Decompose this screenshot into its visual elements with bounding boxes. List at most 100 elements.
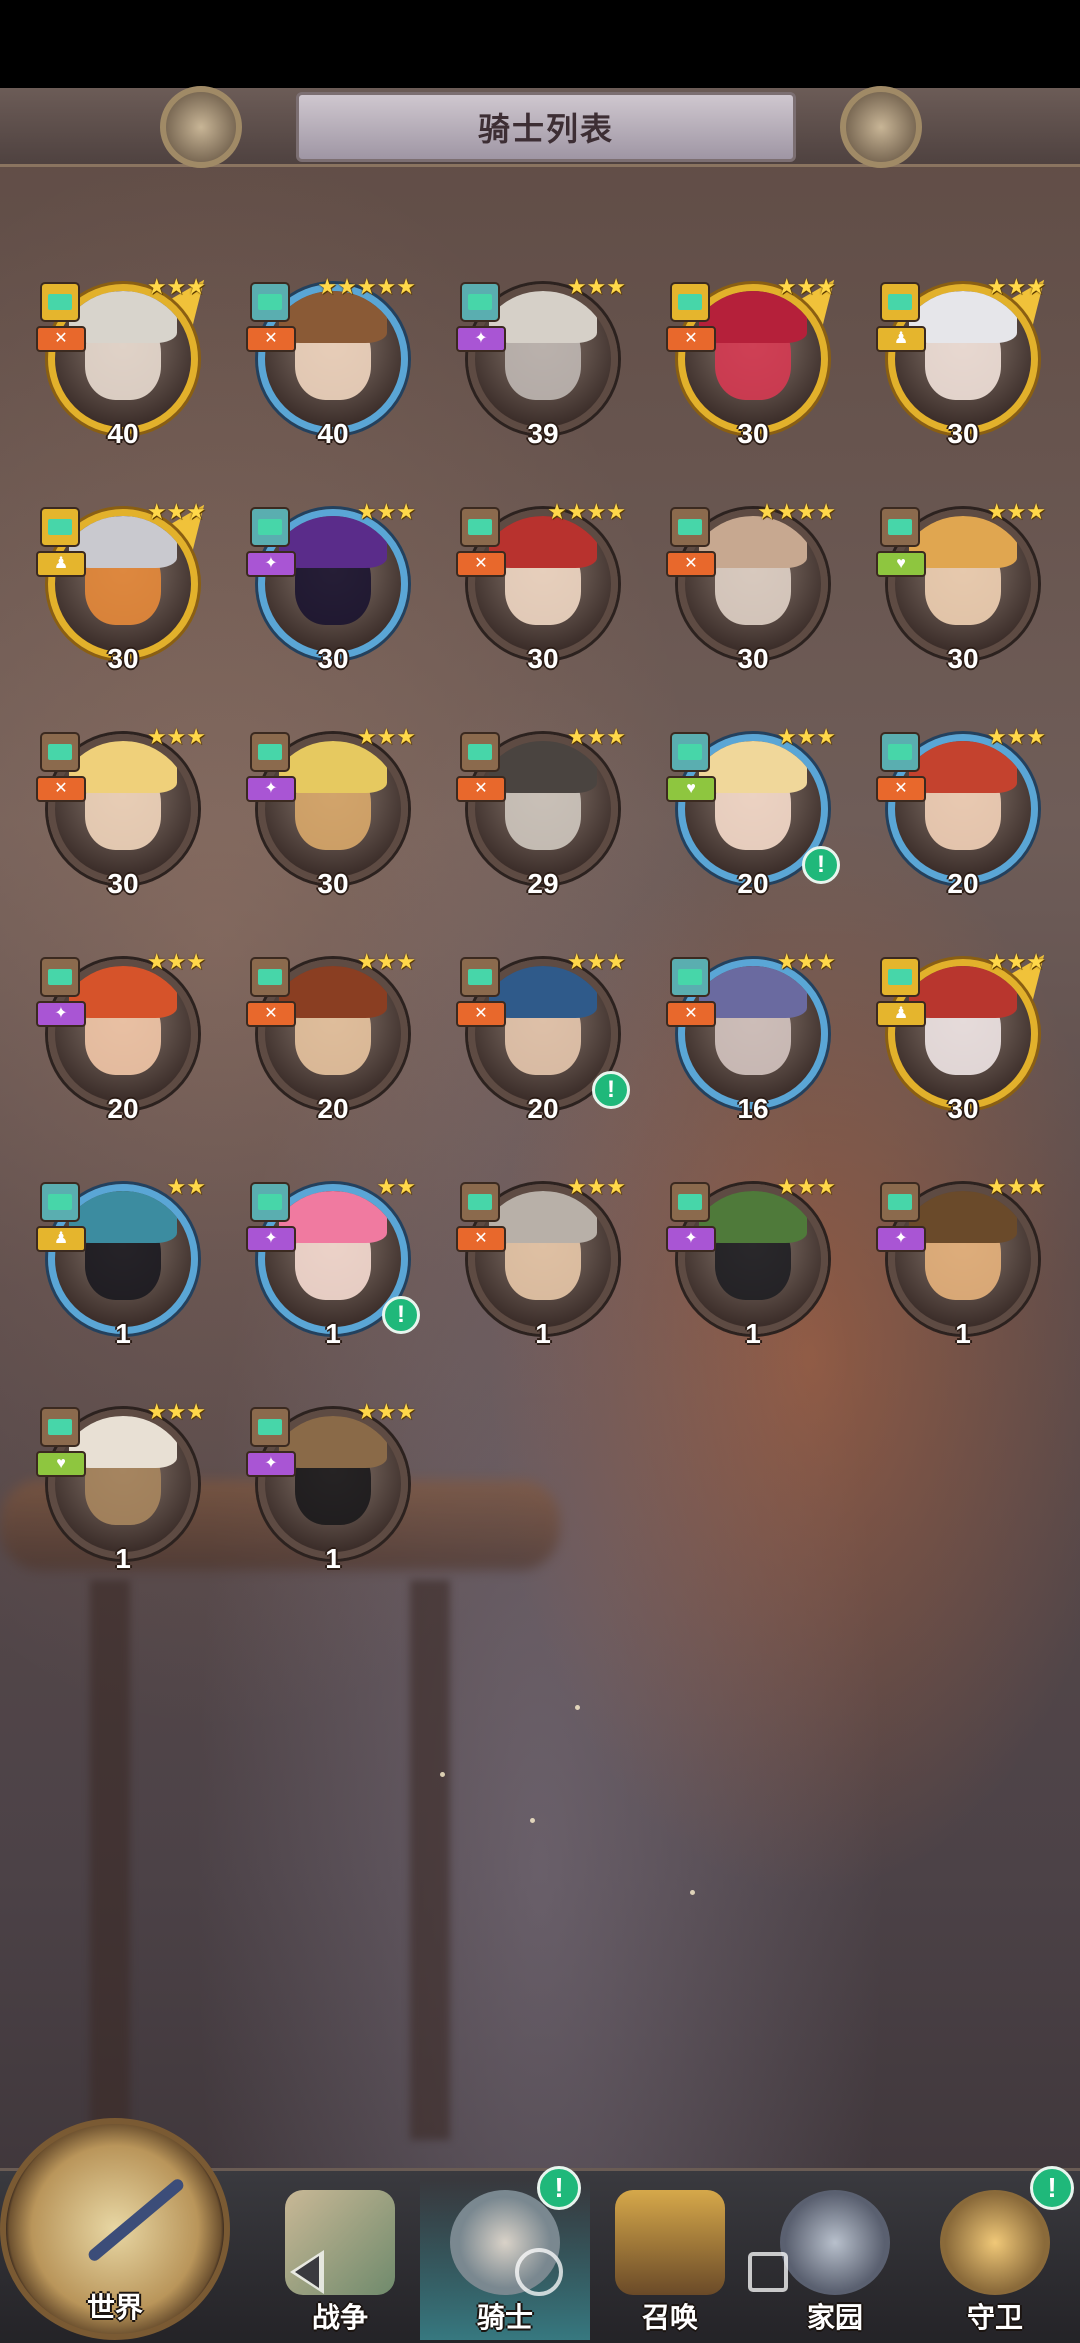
role-icon: ✕ xyxy=(456,551,506,577)
knight-card[interactable]: ✕ ★★★ 20 xyxy=(240,945,420,1125)
knight-card[interactable]: ♟ ★★★ 30 xyxy=(870,259,1062,450)
system-recents-icon[interactable] xyxy=(748,2252,788,2292)
class-icon xyxy=(460,282,500,322)
knight-card[interactable]: ♥ ★★★ 20! xyxy=(660,720,840,900)
class-glyph-icon xyxy=(258,519,282,535)
class-icon xyxy=(880,282,920,322)
star-rating: ★★★ xyxy=(776,274,836,299)
star-rating: ★★★ xyxy=(566,1174,626,1199)
class-glyph-icon xyxy=(468,519,492,535)
knight-card[interactable]: ✦ ★★ 1! xyxy=(240,1170,420,1350)
role-icon: ✦ xyxy=(246,776,296,802)
knight-level: 1 xyxy=(115,1543,131,1574)
page-title: 骑士列表 xyxy=(477,111,614,147)
star-rating: ★★★ xyxy=(146,724,206,749)
knight-level: 40 xyxy=(107,418,139,449)
star-rating: ★★★ xyxy=(776,1174,836,1199)
knight-card[interactable]: ♥ ★★★ 30 xyxy=(870,495,1050,675)
role-icon: ✦ xyxy=(876,1226,926,1252)
role-icon: ✦ xyxy=(246,1451,296,1477)
home-gear-icon xyxy=(780,2190,890,2295)
class-glyph-icon xyxy=(48,744,72,760)
class-icon xyxy=(250,957,290,997)
role-icon: ✕ xyxy=(666,326,716,352)
class-glyph-icon xyxy=(48,1194,72,1210)
sparkle xyxy=(690,1890,695,1895)
role-icon: ♟ xyxy=(876,1001,926,1027)
role-icon: ✕ xyxy=(246,1001,296,1027)
knight-card[interactable]: ✦ ★★★ 1 xyxy=(240,1395,420,1575)
knight-card[interactable]: ✕ ★★★ 30 xyxy=(660,259,852,450)
knight-level: 30 xyxy=(737,418,769,449)
knight-card[interactable]: ✕ ★★★ 30 xyxy=(30,720,210,900)
knight-level: 30 xyxy=(527,643,559,674)
role-icon: ♟ xyxy=(36,551,86,577)
role-icon: ✕ xyxy=(456,776,506,802)
knight-level: 30 xyxy=(317,643,349,674)
knight-card[interactable]: ✦ ★★★ 39 xyxy=(450,270,630,450)
star-rating: ★★★ xyxy=(146,1399,206,1424)
system-home-icon[interactable] xyxy=(515,2248,563,2296)
role-icon: ✕ xyxy=(36,776,86,802)
nav-item-war[interactable]: 战争 xyxy=(255,2180,425,2340)
star-rating: ★★★ xyxy=(566,949,626,974)
knight-card[interactable]: ♥ ★★★ 1 xyxy=(30,1395,210,1575)
knight-level: 30 xyxy=(737,643,769,674)
knight-card[interactable]: ✦ ★★★ 1 xyxy=(660,1170,840,1350)
role-icon: ♥ xyxy=(876,551,926,577)
knight-card[interactable]: ✕ ★★★ 20 xyxy=(870,720,1050,900)
role-icon: ♟ xyxy=(876,326,926,352)
class-icon xyxy=(670,507,710,547)
class-icon xyxy=(880,957,920,997)
knight-level: 39 xyxy=(527,418,559,449)
role-icon: ✦ xyxy=(456,326,506,352)
knight-level: 20 xyxy=(527,1093,559,1124)
class-glyph-icon xyxy=(678,519,702,535)
nav-label-knights: 骑士 xyxy=(476,2302,533,2333)
knight-card[interactable]: ✦ ★★★ 20 xyxy=(30,945,210,1125)
star-rating: ★★★ xyxy=(566,274,626,299)
role-icon: ✕ xyxy=(456,1226,506,1252)
knight-card[interactable]: ✕ ★★★ 29 xyxy=(450,720,630,900)
knight-level: 29 xyxy=(527,868,559,899)
role-icon: ✕ xyxy=(36,326,86,352)
knight-card[interactable]: ✕ ★★★ 40 xyxy=(30,259,222,450)
knight-level: 20 xyxy=(317,1093,349,1124)
nav-label-summon: 召唤 xyxy=(641,2302,698,2333)
compass-needle-icon xyxy=(86,2176,186,2264)
background-table-leg xyxy=(410,1580,450,2140)
role-icon: ♥ xyxy=(36,1451,86,1477)
knight-card[interactable]: ♟ ★★★ 30 xyxy=(30,484,222,675)
knight-card[interactable]: ✦ ★★★ 1 xyxy=(870,1170,1050,1350)
star-rating: ★★★ xyxy=(986,499,1046,524)
class-glyph-icon xyxy=(888,969,912,985)
knight-card[interactable]: ✕ ★★★★ 30 xyxy=(450,495,630,675)
knight-level: 1 xyxy=(535,1318,551,1349)
class-glyph-icon xyxy=(48,294,72,310)
class-glyph-icon xyxy=(678,1194,702,1210)
class-glyph-icon xyxy=(888,519,912,535)
class-glyph-icon xyxy=(258,969,282,985)
class-icon xyxy=(880,732,920,772)
nav-item-summon[interactable]: 召唤 xyxy=(585,2180,755,2340)
knight-card[interactable]: ♟ ★★★ 30 xyxy=(870,934,1062,1125)
nav-label-home: 家园 xyxy=(806,2302,863,2333)
star-rating: ★★★ xyxy=(986,949,1046,974)
knight-card[interactable]: ✕ ★★★ 16 xyxy=(660,945,840,1125)
knight-card[interactable]: ✕ ★★★★ 30 xyxy=(660,495,840,675)
knight-card[interactable]: ✕ ★★★★★ 40 xyxy=(240,270,420,450)
class-icon xyxy=(460,957,500,997)
knight-card[interactable]: ✕ ★★★ 20! xyxy=(450,945,630,1125)
knight-card[interactable]: ✕ ★★★ 1 xyxy=(450,1170,630,1350)
class-icon xyxy=(40,1182,80,1222)
class-icon xyxy=(880,507,920,547)
knight-level: 40 xyxy=(317,418,349,449)
knight-card[interactable]: ✦ ★★★ 30 xyxy=(240,495,420,675)
knight-level: 30 xyxy=(947,1093,979,1124)
star-rating: ★★★ xyxy=(356,499,416,524)
class-glyph-icon xyxy=(258,744,282,760)
star-rating: ★★★ xyxy=(986,724,1046,749)
world-compass-button[interactable]: 世界 xyxy=(0,2118,230,2340)
knight-card[interactable]: ✦ ★★★ 30 xyxy=(240,720,420,900)
knight-card[interactable]: ♟ ★★ 1 xyxy=(30,1170,210,1350)
